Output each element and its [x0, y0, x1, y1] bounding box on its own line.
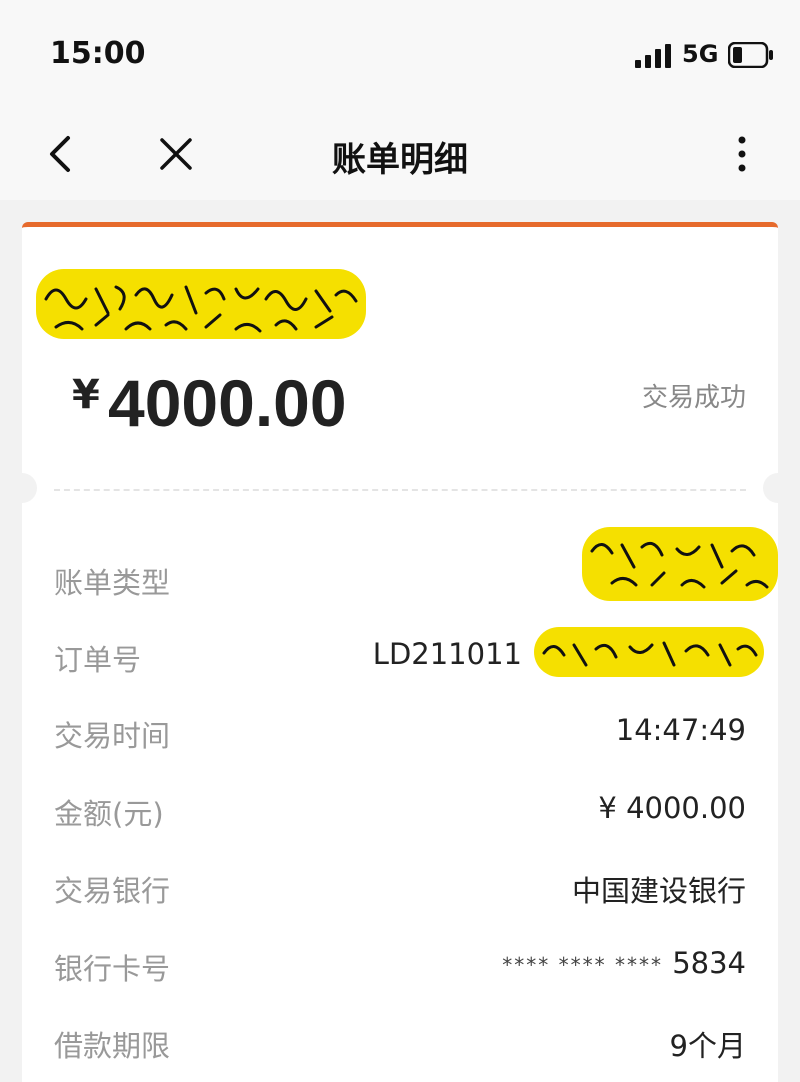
detail-value: LD211011: [372, 637, 522, 671]
detail-value: 14:47:49: [615, 713, 746, 747]
card-notch-left: [7, 473, 37, 503]
detail-value: ¥ 4000.00: [598, 791, 746, 825]
redaction-scribble: [36, 269, 366, 339]
detail-label: 交易银行: [54, 874, 171, 908]
battery-icon: [728, 42, 773, 68]
network-type: 5G: [682, 40, 719, 68]
navigation-bar: 账单明细: [0, 110, 800, 200]
transaction-status: 交易成功: [641, 383, 746, 413]
detail-label: 借款期限: [54, 1029, 171, 1063]
signal-strength-icon: [635, 44, 671, 68]
detail-label: 订单号: [54, 643, 142, 677]
detail-row-card-number: 银行卡号 **** **** **** 5834: [54, 938, 746, 988]
detail-label: 账单类型: [54, 566, 171, 600]
currency-symbol: ¥: [72, 372, 100, 418]
card-number-last4: 5834: [672, 946, 746, 980]
status-bar: 15:00 5G: [0, 0, 800, 110]
detail-value: 9个月: [669, 1029, 746, 1063]
more-vertical-icon[interactable]: [720, 132, 764, 176]
card-number-mask: **** **** ****: [502, 953, 663, 977]
bill-detail-card: ¥ 4000.00 交易成功 账单类型 订单号 LD211011 交易时间 14…: [7, 222, 793, 1082]
detail-row-bank: 交易银行 中国建设银行: [54, 860, 746, 910]
detail-row-transaction-time: 交易时间 14:47:49: [54, 705, 746, 755]
amount-value: 4000.00: [108, 366, 347, 440]
detail-value: **** **** **** 5834: [502, 946, 746, 980]
redaction-scribble: [582, 527, 778, 601]
detail-label: 金额(元): [54, 797, 164, 831]
detail-row-loan-term: 借款期限 9个月: [54, 1015, 746, 1065]
detail-label: 交易时间: [54, 719, 171, 753]
card-notch-right: [763, 473, 793, 503]
page-title: 账单明细: [332, 140, 468, 180]
detail-value: 中国建设银行: [571, 874, 746, 908]
dashed-divider: [54, 489, 746, 491]
detail-label: 银行卡号: [54, 952, 171, 986]
status-time: 15:00: [50, 36, 146, 71]
detail-row-amount: 金额(元) ¥ 4000.00: [54, 783, 746, 833]
redaction-scribble: [534, 627, 764, 677]
